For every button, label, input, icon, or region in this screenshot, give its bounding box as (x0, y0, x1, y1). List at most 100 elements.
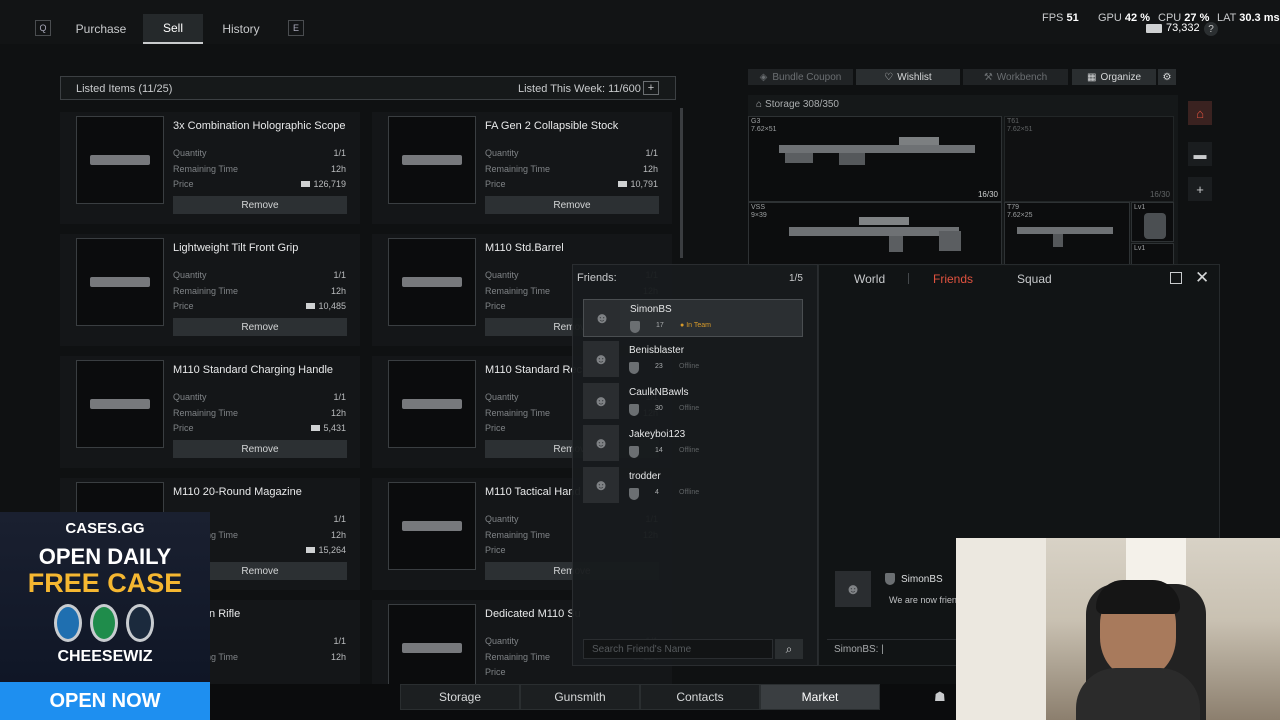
price-label: Price (485, 179, 506, 189)
tab-purchase[interactable]: Purchase (66, 14, 136, 44)
webcam-shirt (1076, 668, 1200, 720)
social-icon[interactable]: ☗ (934, 689, 946, 705)
help-button[interactable]: ? (1204, 22, 1218, 36)
prev-tab-key[interactable]: Q (35, 20, 51, 36)
sponsor-ad[interactable]: CASES.GG OPEN DAILY FREE CASE CHEESEWIZ … (0, 512, 210, 720)
nav-storage[interactable]: Storage (400, 684, 520, 710)
listed-item-card: M110 Standard Charging Handle Quantity 1… (60, 356, 360, 468)
friend-avatar: ☻ (584, 300, 620, 336)
remaining-time-label: Remaining Time (485, 652, 551, 662)
friend-row[interactable]: ☻ Benisblaster 23 Offline (583, 341, 803, 379)
storage-slot-lv1-a[interactable]: Lv1 (1131, 202, 1174, 242)
friend-name: Benisblaster (629, 345, 685, 356)
price-label: Price (173, 179, 194, 189)
friend-status: Offline (679, 447, 700, 454)
tab-squad[interactable]: Squad (1017, 272, 1052, 286)
slot-caliber: 9×39 (751, 212, 767, 219)
remaining-time-value: 12h (642, 164, 658, 174)
listed-item-card: 3x Combination Holographic Scope Quantit… (60, 112, 360, 224)
storage-slot-t61[interactable]: T61 7.62×51 16/30 (1004, 116, 1174, 202)
settings-gear-icon[interactable]: ⚙ (1158, 69, 1176, 85)
storage-slot-vss[interactable]: VSS 9×39 (748, 202, 1002, 266)
item-icon (402, 399, 462, 409)
listed-items-title: Listed Items (11/25) (76, 83, 173, 95)
remaining-time-value: 12h (330, 652, 346, 662)
friend-level: 14 (655, 447, 663, 454)
chat-input[interactable]: SimonBS: | (827, 639, 957, 659)
crate-icon[interactable]: ▬ (1188, 142, 1212, 166)
friend-avatar: ☻ (583, 467, 619, 503)
gpu-readout: GPU 42 % (1098, 12, 1150, 24)
organize-button[interactable]: ▦ Organize (1072, 69, 1156, 85)
slot-caliber: 7.62×25 (1007, 212, 1033, 219)
slot-name: T79 (1007, 204, 1020, 211)
item-thumbnail[interactable] (76, 238, 164, 326)
item-thumbnail[interactable] (388, 360, 476, 448)
maximize-icon[interactable] (1170, 272, 1182, 284)
nav-contacts[interactable]: Contacts (640, 684, 760, 710)
quantity-value: 1/1 (333, 148, 346, 158)
remove-button[interactable]: Remove (173, 318, 347, 336)
wishlist-button[interactable]: ♡ Wishlist (856, 69, 960, 85)
close-icon[interactable]: ✕ (1195, 268, 1209, 288)
quantity-label: Quantity (485, 270, 519, 280)
friend-status: Offline (679, 363, 700, 370)
listing-scrollbar[interactable] (680, 108, 683, 258)
add-listing-button[interactable]: + (643, 81, 659, 95)
expand-plus-icon[interactable]: + (1188, 177, 1212, 201)
quantity-label: Quantity (485, 636, 519, 646)
nav-market[interactable]: Market (760, 684, 880, 710)
remove-button[interactable]: Remove (173, 196, 347, 214)
storage-slot-g3[interactable]: G3 7.62×51 16/30 (748, 116, 1002, 202)
tab-friends[interactable]: Friends (933, 272, 973, 286)
price-label: Price (485, 423, 506, 433)
quantity-label: Quantity (173, 148, 207, 158)
search-icon[interactable]: ⌕ (775, 639, 803, 659)
friend-search-field[interactable]: Search Friend's Name (583, 639, 773, 659)
slot-name: T61 (1007, 118, 1020, 125)
friend-row[interactable]: ☻ Jakeyboi123 14 Offline (583, 425, 803, 463)
item-thumbnail[interactable] (388, 238, 476, 326)
bundle-coupon-button[interactable]: ◈ Bundle Coupon (748, 69, 853, 85)
item-name: M110 20-Round Magazine (173, 486, 302, 498)
ad-open-now-button[interactable]: OPEN NOW (0, 682, 210, 720)
item-thumbnail[interactable] (76, 116, 164, 204)
item-thumbnail[interactable] (388, 604, 476, 692)
friend-row[interactable]: ☻ trodder 4 Offline (583, 467, 803, 505)
remove-button[interactable]: Remove (173, 440, 347, 458)
rifle-vss-icon (789, 217, 961, 252)
friend-row[interactable]: ☻ SimonBS 17 ● In Team (583, 299, 803, 337)
heart-icon: ♡ (884, 71, 894, 83)
home-icon[interactable]: ⌂ (1188, 101, 1212, 125)
quantity-label: Quantity (173, 392, 207, 402)
friend-row[interactable]: ☻ CaulkNBawls 30 Offline (583, 383, 803, 421)
tab-world[interactable]: World (854, 272, 885, 286)
friend-status: Offline (679, 405, 700, 412)
quantity-value: 1/1 (333, 514, 346, 524)
item-thumbnail[interactable] (76, 360, 164, 448)
tab-sell[interactable]: Sell (143, 14, 203, 44)
item-icon (402, 643, 462, 653)
remaining-time-label: Remaining Time (485, 286, 551, 296)
friend-level: 30 (655, 405, 663, 412)
storage-slot-t79[interactable]: T79 7.62×25 (1004, 202, 1130, 266)
remaining-time-label: Remaining Time (485, 530, 551, 540)
friend-avatar: ☻ (583, 341, 619, 377)
tab-history[interactable]: History (210, 14, 272, 44)
price-label: Price (173, 301, 194, 311)
workbench-button[interactable]: ⚒ Workbench (963, 69, 1068, 85)
storage-slot-lv1-b[interactable]: Lv1 (1131, 243, 1174, 266)
friend-name: Jakeyboi123 (629, 429, 686, 440)
item-thumbnail[interactable] (388, 116, 476, 204)
item-thumbnail[interactable] (388, 482, 476, 570)
remove-button[interactable]: Remove (485, 196, 659, 214)
vest-icon (1144, 213, 1166, 239)
slot-name: G3 (751, 118, 761, 125)
next-tab-key[interactable]: E (288, 20, 304, 36)
cash-icon (1146, 24, 1162, 33)
friends-title: Friends: (577, 272, 617, 284)
wrench-icon: ⚒ (983, 71, 993, 83)
quantity-label: Quantity (485, 148, 519, 158)
nav-gunsmith[interactable]: Gunsmith (520, 684, 640, 710)
slot-caliber: 7.62×51 (751, 126, 777, 133)
